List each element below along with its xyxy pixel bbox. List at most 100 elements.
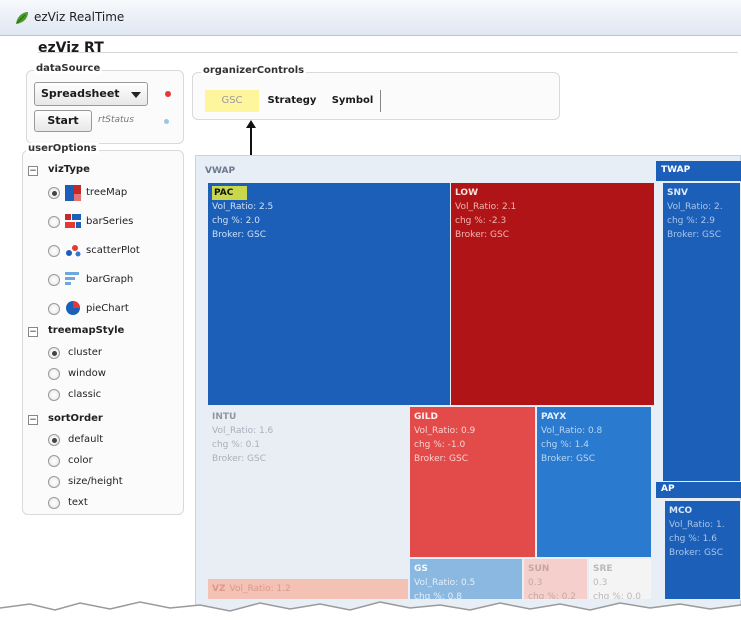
bar-series-icon [65,214,81,228]
cell-chg: chg %: -1.0 [414,440,466,450]
cell-name: MCO [669,506,693,516]
cell-chg: chg %: 1.6 [669,534,717,544]
cell-name: GILD [414,412,438,422]
cell-vol-ratio: Vol_Ratio: 0.5 [414,578,476,588]
torn-edge [0,601,741,620]
viztype-label-barseries[interactable]: barSeries [86,216,133,227]
window-title: ezViz RealTime [34,10,125,24]
viztype-label: vizType [48,164,90,175]
sortorder-radio-text[interactable] [48,497,60,509]
cell-chg: chg %: 1.4 [541,440,589,450]
treemap-icon [65,185,81,201]
cell-name: PAC [212,186,248,200]
cell-broker: Broker: GSC [455,230,510,240]
viztype-collapse-toggle[interactable]: − [28,166,38,176]
cell-chg: chg %: 2.9 [667,216,715,226]
cell-vol-ratio: Vol_Ratio: 2.1 [455,202,517,212]
start-button[interactable]: Start [34,110,92,132]
organizer-title: organizerControls [201,65,307,76]
viztype-radio-bargraph[interactable] [48,274,60,286]
app-logo-icon [16,12,28,24]
organizer-chip-symbol[interactable]: Symbol [325,90,381,112]
treemapstyle-radio-cluster[interactable] [48,347,60,359]
sortorder-radio-size-height[interactable] [48,476,60,488]
cell-vol-ratio: Vol_Ratio: 0.9 [414,426,476,436]
cell-name: PAYX [541,412,567,422]
cell-broker: Broker: GSC [541,454,596,464]
sortorder-radio-color[interactable] [48,455,60,467]
treemapstyle-label: treemapStyle [48,325,125,336]
treemap-cell-pac[interactable]: PAC Vol_Ratio: 2.5 chg %: 2.0 Broker: GS… [207,182,451,406]
treemap-cell-gild[interactable]: GILD Vol_Ratio: 0.9 chg %: -1.0 Broker: … [409,406,536,558]
scatter-plot-icon [66,245,81,257]
treemap-cell-intu[interactable]: INTU Vol_Ratio: 1.6 chg %: 0.1 Broker: G… [207,406,409,578]
cell-broker: Broker: GSC [212,230,267,240]
viztype-label-scatterplot[interactable]: scatterPlot [86,245,140,256]
treemapstyle-radio-classic[interactable] [48,389,60,401]
cell-name: SUN [528,564,550,574]
cell-broker: Broker: GSC [667,230,722,240]
cell-name: SRE [593,564,613,574]
cell-name: LOW [455,188,478,198]
sortorder-label-default[interactable]: default [68,434,103,445]
datasource-dropdown[interactable]: Spreadsheet [34,82,148,106]
cell-vol-ratio: Vol_Ratio: 1.6 [212,426,274,436]
cell-vol-ratio: Vol_Ratio: 1. [669,520,725,530]
chevron-down-icon [131,92,141,98]
sortorder-label-color[interactable]: color [68,455,93,466]
viztype-label-treemap[interactable]: treeMap [86,187,127,198]
treemap-group-ap-label: AP [661,484,675,494]
cell-vol-ratio: Vol_Ratio: 1.2 [229,584,291,594]
organizer-chip-gsc[interactable]: GSC [205,90,259,112]
cell-chg: chg %: -2.3 [455,216,507,226]
cell-broker: Broker: GSC [212,454,267,464]
rt-status-indicator [164,119,169,124]
sortorder-label-size-height[interactable]: size/height [68,476,123,487]
cell-name: GS [414,564,428,574]
treemap-cell-mco[interactable]: MCO Vol_Ratio: 1. chg %: 1.6 Broker: GSC [664,500,741,600]
viztype-radio-treemap[interactable] [48,187,60,199]
cell-name: INTU [212,412,237,422]
cell-chg: chg %: 0.1 [212,440,260,450]
useroptions-title: userOptions [26,143,99,154]
datasource-title: dataSource [34,63,103,74]
treemapstyle-label-cluster[interactable]: cluster [68,347,102,358]
treemap-cell-vz[interactable]: VZ Vol_Ratio: 1.2 [207,578,409,600]
connection-indicator [165,91,171,97]
treemap-cell-sre[interactable]: SRE 0.3 chg %: 0.0 [588,558,652,600]
treemapstyle-label-classic[interactable]: classic [68,389,101,400]
sortorder-label: sortOrder [48,413,103,424]
organizer-chip-strategy[interactable]: Strategy [264,90,320,112]
viztype-radio-barseries[interactable] [48,216,60,228]
treemap-cell-snv[interactable]: SNV Vol_Ratio: 2. chg %: 2.9 Broker: GSC [662,182,741,482]
app-title: ezViz RT [38,40,104,56]
treemap-cell-sun[interactable]: SUN 0.3 chg %: 0.2 [523,558,588,600]
pie-chart-icon [66,301,80,315]
cell-vol-ratio: 0.3 [528,578,543,588]
cell-vol-ratio: Vol_Ratio: 0.8 [541,426,603,436]
treemap-group-vwap: VWAP [205,166,236,176]
treemapstyle-collapse-toggle[interactable]: − [28,327,38,337]
cell-chg: chg %: 2.0 [212,216,260,226]
viztype-radio-piechart[interactable] [48,303,60,315]
treemap-cell-low[interactable]: LOW Vol_Ratio: 2.1 chg %: -2.3 Broker: G… [450,182,655,406]
cell-name: VZ [212,584,226,594]
treemapstyle-label-window[interactable]: window [68,368,106,379]
cell-broker: Broker: GSC [414,454,469,464]
viztype-label-piechart[interactable]: pieChart [86,303,129,314]
title-divider [38,52,738,53]
treemap-cell-payx[interactable]: PAYX Vol_Ratio: 0.8 chg %: 1.4 Broker: G… [536,406,652,558]
sortorder-label-text[interactable]: text [68,497,88,508]
cell-broker: Broker: GSC [669,548,724,558]
viztype-radio-scatterplot[interactable] [48,245,60,257]
treemapstyle-radio-window[interactable] [48,368,60,380]
viztype-label-bargraph[interactable]: barGraph [86,274,133,285]
cell-vol-ratio: 0.3 [593,578,608,588]
treemap-cell-gs[interactable]: GS Vol_Ratio: 0.5 chg %: 0.8 [409,558,523,600]
cell-name: SNV [667,188,688,198]
bar-graph-icon [65,272,79,285]
sortorder-collapse-toggle[interactable]: − [28,415,38,425]
sortorder-radio-default[interactable] [48,434,60,446]
datasource-selected: Spreadsheet [41,87,120,100]
cell-vol-ratio: Vol_Ratio: 2.5 [212,202,274,212]
